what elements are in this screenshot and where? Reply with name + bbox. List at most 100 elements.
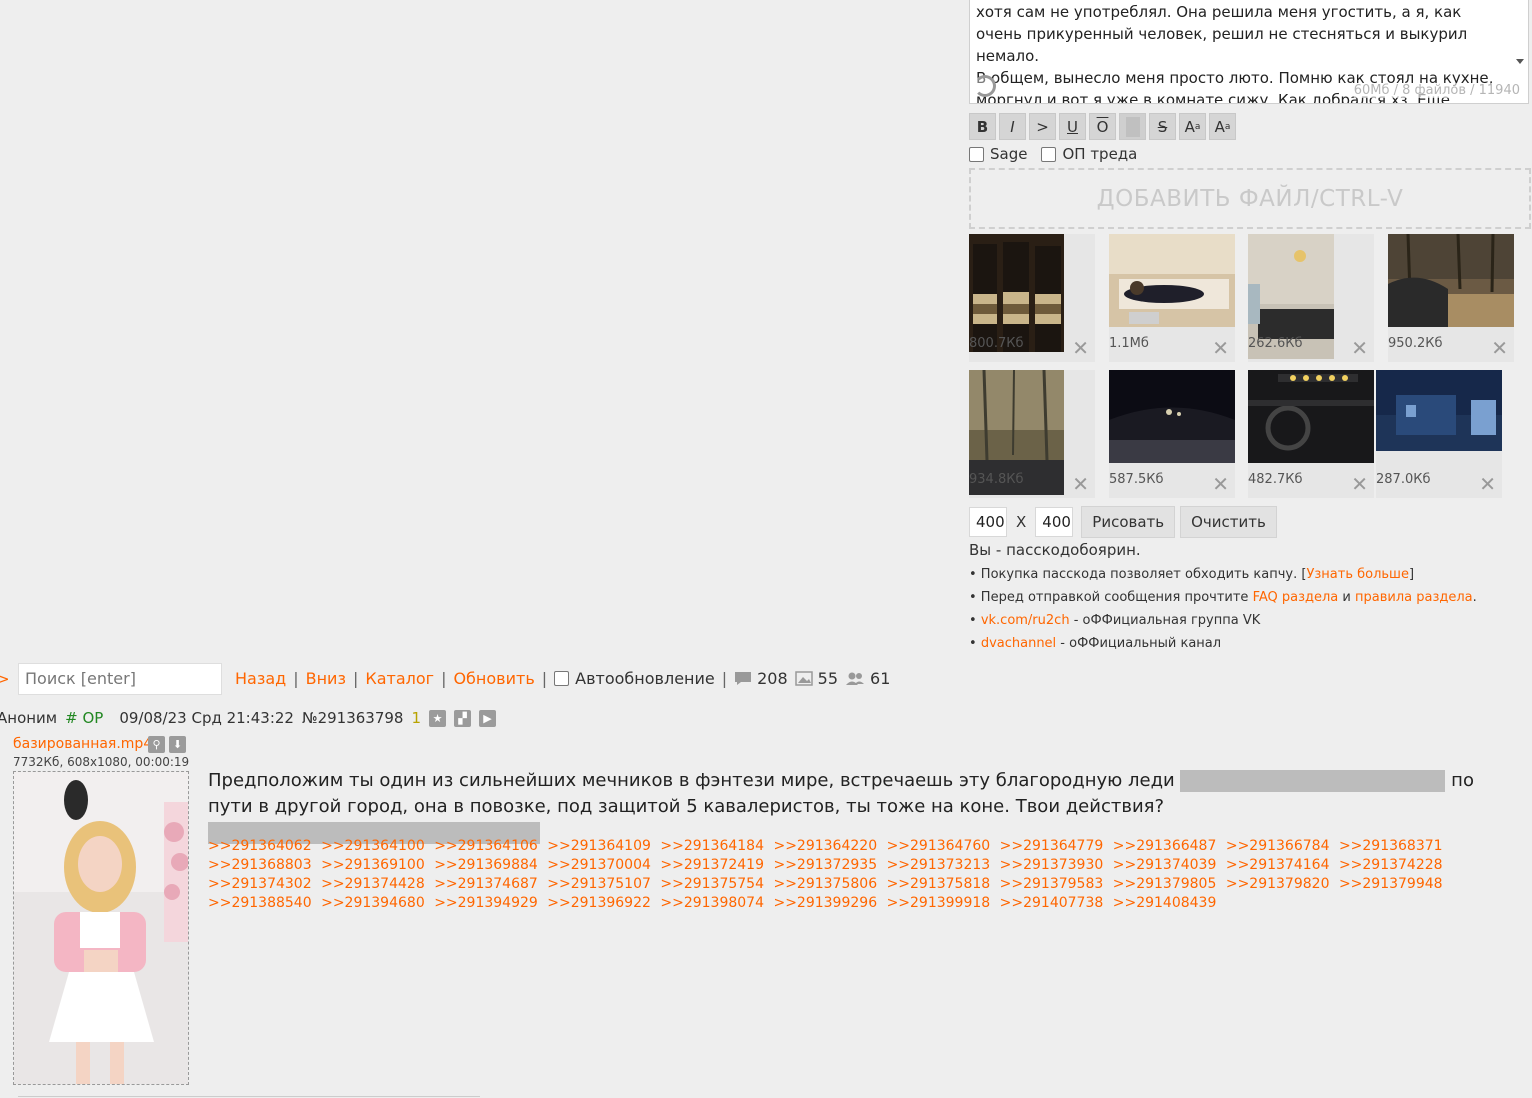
search-input[interactable]: Поиск [enter] — [18, 663, 222, 695]
quote-button[interactable]: > — [1029, 113, 1056, 140]
spoiler-block[interactable] — [1180, 770, 1446, 792]
reply-link[interactable]: >>291398074 — [660, 895, 764, 911]
down-link[interactable]: Вниз — [306, 669, 346, 688]
reply-link[interactable]: >>291368803 — [208, 857, 312, 873]
catalog-link[interactable]: Каталог — [365, 669, 434, 688]
search-image-icon[interactable]: ⚲ — [148, 736, 165, 753]
reply-link[interactable]: >>291364779 — [1000, 838, 1104, 854]
op-checkbox[interactable] — [1041, 146, 1057, 162]
reply-link[interactable]: >>291366784 — [1226, 838, 1330, 854]
reply-link[interactable]: >>291374039 — [1113, 857, 1217, 873]
remove-file-icon[interactable]: ✕ — [1351, 338, 1368, 358]
reply-link[interactable]: >>291374428 — [321, 876, 425, 892]
remove-file-icon[interactable]: ✕ — [1212, 474, 1229, 494]
spoiler-button[interactable] — [1119, 113, 1146, 140]
reply-link[interactable]: >>291369884 — [434, 857, 538, 873]
draw-width-input[interactable]: 400 — [969, 507, 1007, 537]
reply-link[interactable]: >>291373213 — [887, 857, 991, 873]
reply-link[interactable]: >>291375754 — [660, 876, 764, 892]
reply-link[interactable]: >>291364184 — [660, 838, 764, 854]
sage-option[interactable]: Sage — [969, 145, 1027, 163]
posters-stat: 61 — [845, 669, 890, 688]
channel-link[interactable]: dvachannel — [981, 636, 1056, 651]
reply-link[interactable]: >>291372419 — [660, 857, 764, 873]
reply-link[interactable]: >>291388540 — [208, 895, 312, 911]
reply-link[interactable]: >>291374302 — [208, 876, 312, 892]
learn-more-link[interactable]: Узнать больше — [1306, 567, 1409, 582]
reply-link[interactable]: >>291379805 — [1113, 876, 1217, 892]
post-number[interactable]: №291363798 — [302, 709, 404, 727]
sage-checkbox[interactable] — [969, 146, 984, 162]
reply-link[interactable]: >>291375107 — [547, 876, 651, 892]
autoupdate-option[interactable]: Автообновление — [554, 669, 715, 688]
info-text: . — [1472, 590, 1477, 605]
reply-link[interactable]: >>291373930 — [1000, 857, 1104, 873]
download-icon[interactable]: ⬇ — [169, 736, 186, 753]
reply-link[interactable]: >>291379820 — [1226, 876, 1330, 892]
autoupdate-checkbox[interactable] — [554, 671, 570, 686]
file-actions: ⚲ ⬇ — [148, 736, 186, 753]
reply-link[interactable]: >>291364062 — [208, 838, 312, 854]
reply-link[interactable]: >>291364760 — [887, 838, 991, 854]
remove-file-icon[interactable]: ✕ — [1072, 338, 1089, 358]
reply-link[interactable]: >>291399296 — [773, 895, 877, 911]
reply-link[interactable]: >>291375806 — [773, 876, 877, 892]
reply-link[interactable]: >>291374164 — [1226, 857, 1330, 873]
draw-button[interactable]: Рисовать — [1081, 506, 1176, 538]
italic-button[interactable]: I — [999, 113, 1026, 140]
rules-link[interactable]: правила раздела — [1355, 590, 1473, 605]
reply-link[interactable]: >>291364109 — [547, 838, 651, 854]
back-link[interactable]: Назад — [235, 669, 286, 688]
bold-button[interactable]: B — [969, 113, 996, 140]
reply-link[interactable]: >>291364100 — [321, 838, 425, 854]
draw-height-input[interactable]: 400 — [1035, 507, 1074, 537]
attached-file-4: 950.2Кб ✕ — [1388, 234, 1514, 362]
expand-icon[interactable]: ▞ — [454, 709, 472, 727]
post-options: Sage ОП треда — [969, 145, 1137, 163]
scroll-down-icon[interactable] — [1516, 59, 1524, 64]
reply-link[interactable]: >>291394680 — [321, 895, 425, 911]
attachment-filename[interactable]: базированная.mp4 — [13, 736, 152, 752]
reply-link[interactable]: >>291364220 — [773, 838, 877, 854]
remove-file-icon[interactable]: ✕ — [1491, 338, 1508, 358]
reply-link[interactable]: >>291372935 — [773, 857, 877, 873]
remove-file-icon[interactable]: ✕ — [1351, 474, 1368, 494]
reply-link[interactable]: >>291407738 — [1000, 895, 1104, 911]
remove-file-icon[interactable]: ✕ — [1212, 338, 1229, 358]
message-textarea[interactable]: хотя сам не употреблял. Она решила меня … — [969, 0, 1529, 104]
play-icon[interactable]: ▶ — [479, 709, 497, 727]
reply-link[interactable]: >>291396922 — [547, 895, 651, 911]
nav-caret-icon[interactable]: > — [0, 670, 10, 688]
reply-link[interactable]: >>291394929 — [434, 895, 538, 911]
reply-link[interactable]: >>291366487 — [1113, 838, 1217, 854]
underline-button[interactable]: U — [1059, 113, 1086, 140]
favorite-icon[interactable]: ★ — [429, 709, 447, 727]
op-option[interactable]: ОП треда — [1041, 145, 1137, 163]
reply-link[interactable]: >>291374687 — [434, 876, 538, 892]
reply-link[interactable]: >>291375818 — [887, 876, 991, 892]
attached-file-3: 262.6Кб ✕ — [1248, 234, 1374, 362]
superscript-button[interactable]: Aa — [1179, 113, 1206, 140]
reply-link[interactable]: >>291379583 — [1000, 876, 1104, 892]
faq-link[interactable]: FAQ раздела — [1253, 590, 1339, 605]
reply-link[interactable]: >>291408439 — [1113, 895, 1217, 911]
vk-link[interactable]: vk.com/ru2ch — [981, 613, 1070, 628]
reply-link[interactable]: >>291364106 — [434, 838, 538, 854]
strike-button[interactable]: S — [1149, 113, 1176, 140]
reply-link[interactable]: >>291374228 — [1339, 857, 1443, 873]
remove-file-icon[interactable]: ✕ — [1479, 474, 1496, 494]
reply-link[interactable]: >>291369100 — [321, 857, 425, 873]
attachment-thumbnail[interactable] — [13, 771, 189, 1085]
reply-link[interactable]: >>291399918 — [887, 895, 991, 911]
add-file-dropzone[interactable]: ДОБАВИТЬ ФАЙЛ/CTRL-V — [969, 168, 1531, 229]
post-header: Аноним # OP 09/08/23 Срд 21:43:22 №29136… — [0, 709, 497, 727]
reply-link[interactable]: >>291379948 — [1339, 876, 1443, 892]
clear-button[interactable]: Очистить — [1180, 506, 1277, 538]
overline-button[interactable]: O — [1089, 113, 1116, 140]
reply-link[interactable]: >>291370004 — [547, 857, 651, 873]
reply-link[interactable]: >>291368371 — [1339, 838, 1443, 854]
subscript-button[interactable]: Aa — [1209, 113, 1236, 140]
remove-file-icon[interactable]: ✕ — [1072, 474, 1089, 494]
refresh-link[interactable]: Обновить — [453, 669, 534, 688]
post-author: Аноним — [0, 709, 58, 727]
